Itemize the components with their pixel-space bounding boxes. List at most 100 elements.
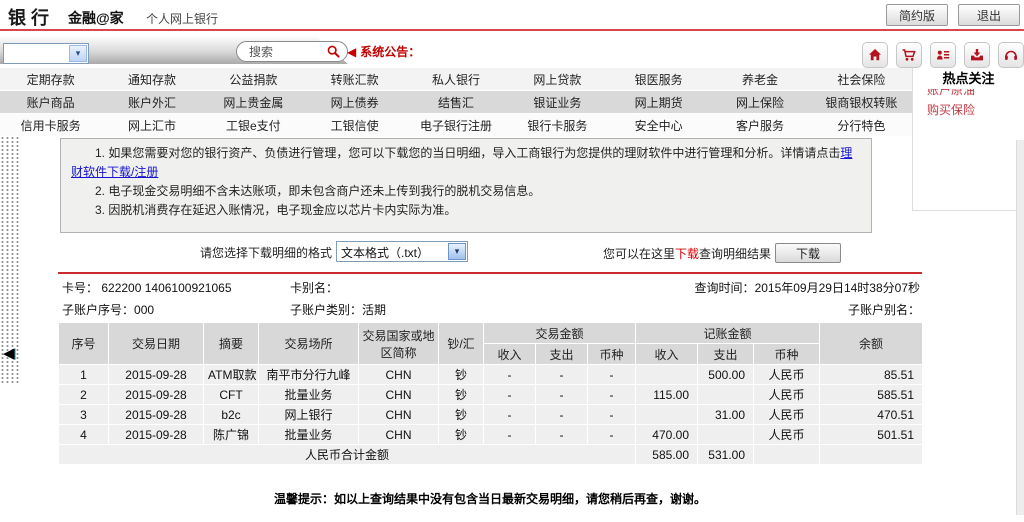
table-header: 序号 交易日期 摘要 交易场所 交易国家或地区简称 钞/汇 交易金额 记账金额 … (59, 323, 923, 365)
nav-item[interactable]: 通知存款 (101, 71, 202, 88)
nav-item[interactable]: 工银e支付 (203, 117, 304, 134)
table-cell: 2015-09-28 (109, 365, 204, 385)
simple-version-button[interactable]: 简约版 (886, 4, 948, 26)
query-time: 查询时间：2015年09月29日14时38分07秒 (695, 279, 920, 296)
col-summary: 摘要 (204, 323, 259, 365)
result-content: 1. 如果您需要对您的银行资产、负债进行管理，您可以下载您的当日明细，导入工商银… (58, 138, 922, 465)
nav-item[interactable]: 分行特色 (811, 117, 912, 134)
inbox-download-icon[interactable] (964, 42, 990, 68)
table-cell: - (484, 405, 536, 425)
cart-icon[interactable] (896, 42, 922, 68)
table-cell: 人民币 (754, 425, 820, 445)
table-cell: 501.51 (820, 425, 923, 445)
nav-item[interactable]: 银商银权转账 (811, 94, 912, 111)
announcement-marker-icon: ◀ (347, 45, 356, 59)
download-format-select[interactable]: 文本格式（.txt） ▾ (336, 241, 468, 262)
table-cell (636, 365, 698, 385)
nav-item[interactable]: 转账汇款 (304, 71, 405, 88)
hot-topics-panel: 热点关注 账户原油 购买保险 (912, 68, 1024, 211)
nav-item[interactable]: 银医服务 (608, 71, 709, 88)
total-row: 人民币合计金额 585.00 531.00 (59, 445, 923, 465)
nav-item[interactable]: 网上期货 (608, 94, 709, 111)
nav-item[interactable]: 工银信使 (304, 117, 405, 134)
sub-account-seq: 子账户序号：000 (62, 301, 154, 318)
hot-link-buy-insurance[interactable]: 购买保险 (913, 98, 1024, 121)
nav-item[interactable]: 网上贷款 (507, 71, 608, 88)
download-bar: 请您选择下载明细的格式 文本格式（.txt） ▾ 您可以在这里下载查询明细结果 … (58, 240, 922, 264)
table-cell: 85.51 (820, 365, 923, 385)
table-cell: 4 (59, 425, 109, 445)
download-format-label: 请您选择下载明细的格式 (200, 244, 332, 261)
table-cell: 470.51 (820, 405, 923, 425)
nav-item[interactable]: 公益捐款 (203, 71, 304, 88)
nav-item[interactable]: 账户商品 (0, 94, 101, 111)
nav-item[interactable]: 电子银行注册 (405, 117, 506, 134)
announcement-label: 系统公告： (360, 45, 420, 59)
nav-item[interactable]: 银证业务 (507, 94, 608, 111)
logout-button[interactable]: 退出 (958, 4, 1020, 26)
transaction-row: 42015-09-28陈广锦批量业务CHN钞---470.00人民币501.51 (59, 425, 923, 445)
table-cell: 1 (59, 365, 109, 385)
nav-item[interactable]: 养老金 (709, 71, 810, 88)
search-scope-select[interactable]: ▾ (3, 43, 89, 64)
table-cell: 网上银行 (259, 405, 359, 425)
download-format-value: 文本格式（.txt） (341, 244, 429, 261)
table-cell: CHN (359, 385, 439, 405)
col-trade-currency: 币种 (588, 344, 636, 365)
nav-item[interactable]: 网上债券 (304, 94, 405, 111)
home-icon[interactable] (862, 42, 888, 68)
search-input[interactable]: 搜索 (236, 41, 348, 62)
quick-icon-toolbar (862, 42, 1024, 68)
table-cell (636, 405, 698, 425)
table-cell: 人民币 (754, 405, 820, 425)
col-trade-income: 收入 (484, 344, 536, 365)
table-cell: - (484, 365, 536, 385)
table-cell: - (536, 385, 588, 405)
table-cell: - (588, 405, 636, 425)
nav-item[interactable]: 私人银行 (405, 71, 506, 88)
contacts-icon[interactable] (930, 42, 956, 68)
table-cell: - (588, 365, 636, 385)
frame-scrollbar[interactable] (1016, 140, 1024, 515)
nav-item[interactable]: 网上保险 (709, 94, 810, 111)
chevron-down-icon[interactable]: ▾ (69, 45, 87, 62)
transaction-row: 32015-09-28b2c网上银行CHN钞---31.00人民币470.51 (59, 405, 923, 425)
hot-link-account-crude[interactable]: 账户原油 (913, 89, 1024, 98)
nav-item[interactable]: 定期存款 (0, 71, 101, 88)
col-booked-income: 收入 (636, 344, 698, 365)
nav-item[interactable]: 安全中心 (608, 117, 709, 134)
total-booked-income: 585.00 (636, 445, 698, 465)
nav-item[interactable]: 客户服务 (709, 117, 810, 134)
collapse-sidebar-arrow-icon[interactable]: ◀ (3, 344, 15, 362)
notice-line-3: 3. 因脱机消费存在延迟入账情况，电子现金应以芯片卡内实际为准。 (71, 201, 861, 220)
table-cell: CFT (204, 385, 259, 405)
chevron-down-icon[interactable]: ▾ (448, 243, 466, 260)
table-cell: CHN (359, 365, 439, 385)
table-cell: 钞 (439, 365, 484, 385)
nav-item[interactable]: 账户外汇 (101, 94, 202, 111)
customer-service-icon[interactable] (998, 42, 1024, 68)
table-cell: 3 (59, 405, 109, 425)
download-hint-suffix: 查询明细结果 (699, 245, 771, 262)
sub-account-alias: 子账户别名： (848, 301, 920, 318)
table-cell: 钞 (439, 425, 484, 445)
card-number: 卡号： 622200 1406100921065 (62, 279, 232, 296)
nav-item[interactable]: 银行卡服务 (507, 117, 608, 134)
nav-item[interactable]: 结售汇 (405, 94, 506, 111)
table-cell: - (588, 425, 636, 445)
nav-item[interactable]: 网上贵金属 (203, 94, 304, 111)
nav-item[interactable]: 社会保险 (811, 71, 912, 88)
download-button[interactable]: 下载 (775, 243, 841, 263)
site-subtitle: 个人网上银行 (146, 10, 218, 27)
download-hint-link[interactable]: 下载 (675, 245, 699, 262)
table-cell: 2015-09-28 (109, 425, 204, 445)
nav-item[interactable]: 网上汇市 (101, 117, 202, 134)
nav-item[interactable]: 信用卡服务 (0, 117, 101, 134)
search-icon[interactable] (326, 44, 341, 59)
warm-tip: 温馨提示：如以上查询结果中没有包含当日最新交易明细，请您稍后再查，谢谢。 (58, 490, 922, 507)
system-announcement: ◀ 系统公告： (347, 43, 420, 60)
table-cell: - (588, 385, 636, 405)
table-cell: 2015-09-28 (109, 385, 204, 405)
table-cell: 500.00 (698, 365, 754, 385)
table-cell: - (536, 425, 588, 445)
